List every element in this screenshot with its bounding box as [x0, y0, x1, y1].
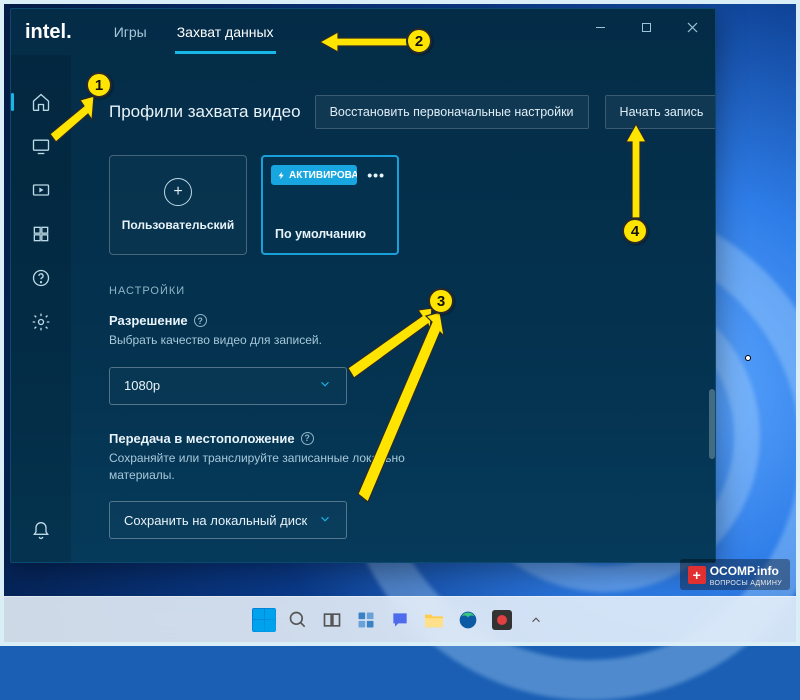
titlebar: intel. Игры Захват данных: [11, 9, 715, 55]
taskbar-start-icon[interactable]: [250, 606, 278, 634]
resolution-select[interactable]: 1080p: [109, 367, 347, 405]
sidebar-settings-icon[interactable]: [30, 311, 52, 333]
chevron-down-icon: [318, 377, 332, 394]
chevron-down-icon: [318, 512, 332, 529]
windows-taskbar[interactable]: [4, 596, 796, 642]
minimize-button[interactable]: [577, 9, 623, 45]
intel-logo: intel.: [25, 21, 72, 44]
profile-more-button[interactable]: •••: [363, 165, 389, 185]
help-icon[interactable]: ?: [301, 432, 314, 445]
resolution-title: Разрешение: [109, 313, 188, 328]
annotation-marker-4: 4: [622, 218, 648, 244]
sidebar: [11, 55, 71, 562]
profile-card-default[interactable]: АКТИВИРОВА... ••• По умолчанию: [261, 155, 399, 255]
window-controls: [577, 9, 715, 45]
help-icon[interactable]: ?: [194, 314, 207, 327]
cursor-indicator: [742, 352, 754, 364]
destination-title: Передача в местоположение: [109, 431, 295, 446]
scrollbar-thumb[interactable]: [709, 389, 715, 459]
destination-desc: Сохраняйте или транслируйте записанные л…: [109, 450, 469, 484]
taskbar-taskview-icon[interactable]: [318, 606, 346, 634]
bolt-icon: [277, 171, 286, 180]
profile-default-label: По умолчанию: [275, 227, 366, 241]
restore-defaults-button[interactable]: Восстановить первоначальные настройки: [315, 95, 589, 129]
main-content: Профили захвата видео Восстановить перво…: [71, 55, 715, 562]
taskbar-chat-icon[interactable]: [386, 606, 414, 634]
maximize-button[interactable]: [623, 9, 669, 45]
sidebar-notifications-icon[interactable]: [30, 520, 52, 542]
plus-icon: +: [164, 178, 192, 206]
watermark-plus-icon: +: [688, 566, 706, 584]
destination-select[interactable]: Сохранить на локальный диск: [109, 501, 347, 539]
sidebar-apps-icon[interactable]: [30, 223, 52, 245]
resolution-desc: Выбрать качество видео для записей.: [109, 332, 469, 349]
taskbar-search-icon[interactable]: [284, 606, 312, 634]
sidebar-display-icon[interactable]: [30, 135, 52, 157]
sidebar-video-icon[interactable]: [30, 179, 52, 201]
watermark-subtext: ВОПРОСЫ АДМИНУ: [710, 580, 782, 587]
profile-custom-label: Пользовательский: [122, 218, 235, 232]
sidebar-help-icon[interactable]: [30, 267, 52, 289]
sidebar-home-icon[interactable]: [30, 91, 52, 113]
taskbar-app-icon[interactable]: [488, 606, 516, 634]
start-recording-button[interactable]: Начать запись: [605, 95, 715, 129]
profile-card-custom[interactable]: + Пользовательский: [109, 155, 247, 255]
taskbar-edge-icon[interactable]: [454, 606, 482, 634]
taskbar-tray-icon[interactable]: [522, 606, 550, 634]
annotation-marker-1: 1: [86, 72, 112, 98]
watermark: + OCOMP.info ВОПРОСЫ АДМИНУ: [680, 559, 790, 590]
setting-destination: Передача в местоположение ? Сохраняйте и…: [109, 431, 687, 540]
active-badge: АКТИВИРОВА...: [271, 165, 357, 185]
intel-arc-window: intel. Игры Захват данных Профили захват…: [10, 8, 716, 563]
annotation-marker-2: 2: [406, 28, 432, 54]
watermark-text: OCOMP.info: [710, 564, 779, 578]
main-tabs: Игры Захват данных: [114, 9, 274, 55]
taskbar-explorer-icon[interactable]: [420, 606, 448, 634]
page-title: Профили захвата видео: [109, 102, 301, 122]
profile-cards: + Пользовательский АКТИВИРОВА... ••• По …: [109, 155, 687, 255]
setting-resolution: Разрешение ? Выбрать качество видео для …: [109, 313, 687, 405]
taskbar-widgets-icon[interactable]: [352, 606, 380, 634]
settings-section-label: НАСТРОЙКИ: [109, 285, 687, 297]
close-button[interactable]: [669, 9, 715, 45]
tab-games[interactable]: Игры: [114, 12, 147, 52]
tab-capture[interactable]: Захват данных: [177, 12, 274, 52]
annotation-marker-3: 3: [428, 288, 454, 314]
